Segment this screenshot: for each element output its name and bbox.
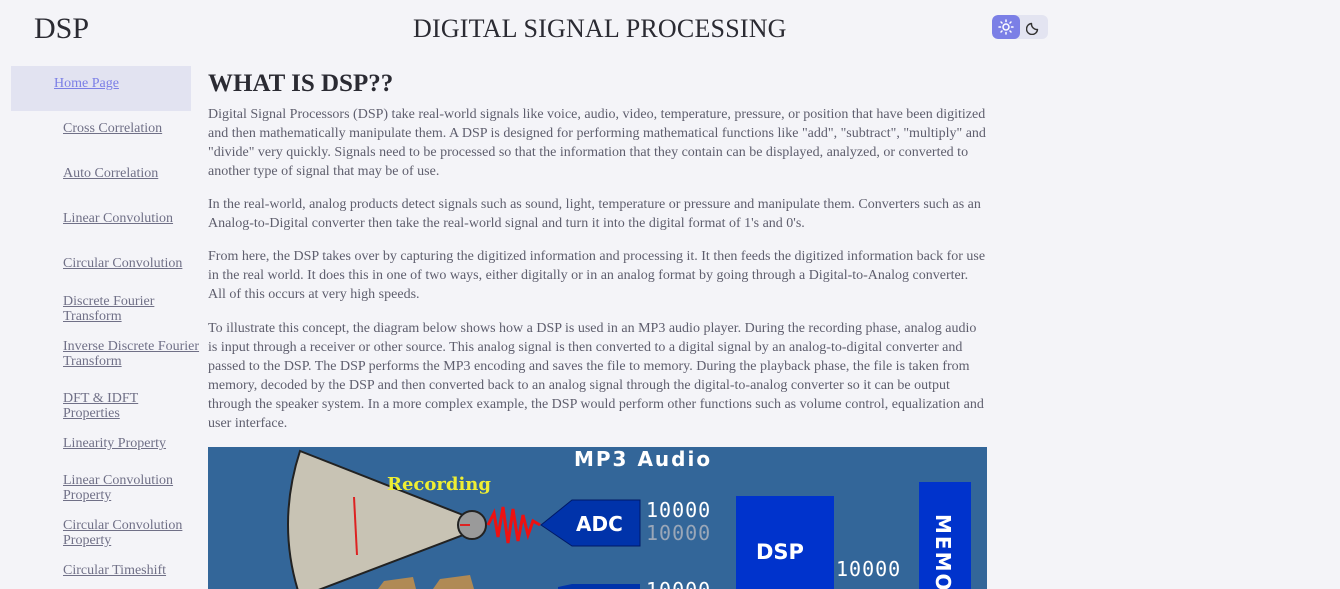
sidebar-item-dft-idft-properties[interactable]: DFT & IDFT Properties [11,391,191,421]
sidebar-item-home[interactable]: Home Page [11,66,191,111]
sidebar-item-label[interactable]: Discrete Fourier Transform [11,294,163,324]
sidebar-item-dft[interactable]: Discrete Fourier Transform [11,294,191,324]
moon-icon [1026,22,1039,35]
sun-icon [998,19,1014,35]
sidebar-item-label[interactable]: Circular Convolution [11,256,191,271]
section-heading: WHAT IS DSP?? [208,70,394,97]
sidebar-item-label[interactable]: Circular Convolution Property [11,518,183,548]
light-theme-button[interactable] [992,15,1020,39]
sidebar-item-label[interactable]: Inverse Discrete Fourier Transform [11,339,203,369]
adc-label: ADC [576,512,623,536]
paragraph: Digital Signal Processors (DSP) take rea… [208,107,986,179]
main-content: WHAT IS DSP?? Digital Signal Processors … [208,70,988,431]
brand-logo[interactable]: DSP [34,12,89,46]
sidebar-item-linear-convolution[interactable]: Linear Convolution [11,211,191,226]
theme-toggle[interactable] [992,15,1048,39]
sidebar-item-circular-convolution-property[interactable]: Circular Convolution Property [11,518,191,548]
sidebar-item-label[interactable]: Circular Timeshift [11,563,191,578]
sidebar-item-idft[interactable]: Inverse Discrete Fourier Transform [11,339,199,369]
sidebar-item-circular-convolution[interactable]: Circular Convolution [11,256,191,271]
recording-label: Recording [387,474,491,495]
page-title: DIGITAL SIGNAL PROCESSING [413,14,787,43]
sidebar-item-cross-correlation[interactable]: Cross Correlation [11,121,191,136]
bits-label: 10000 [646,498,711,522]
mp3-audio-diagram: ADC 10000 10000 10000 DSP 10000 MEMO MP3… [208,447,987,589]
paragraph: From here, the DSP takes over by capturi… [208,249,986,302]
sidebar-nav: Home Page Cross Correlation Auto Correla… [11,66,199,589]
paragraph: To illustrate this concept, the diagram … [208,321,984,431]
memory-label: MEMO [931,514,955,589]
sidebar-item-linear-convolution-property[interactable]: Linear Convolution Property [11,473,191,503]
bits-label: 10000 [646,521,711,545]
sidebar-item-label[interactable]: Home Page [11,66,191,91]
diagram-title: MP3 Audio [574,447,712,471]
sidebar-item-label[interactable]: Auto Correlation [11,166,191,181]
sidebar-item-circular-timeshift[interactable]: Circular Timeshift [11,563,191,578]
sidebar-item-label[interactable]: DFT & IDFT Properties [11,391,191,421]
svg-text:10000: 10000 [646,578,711,589]
sidebar-item-label[interactable]: Cross Correlation [11,121,191,136]
sidebar-item-label[interactable]: Linear Convolution [11,211,191,226]
sidebar-item-label[interactable]: Linearity Property [11,436,191,451]
bits-label: 10000 [836,557,901,581]
dark-theme-button[interactable] [1020,15,1048,39]
dsp-label: DSP [756,540,804,564]
sidebar-item-label[interactable]: Linear Convolution Property [11,473,178,503]
sidebar-item-auto-correlation[interactable]: Auto Correlation [11,166,191,181]
paragraph: In the real-world, analog products detec… [208,197,981,231]
sidebar-item-linearity-property[interactable]: Linearity Property [11,436,191,451]
